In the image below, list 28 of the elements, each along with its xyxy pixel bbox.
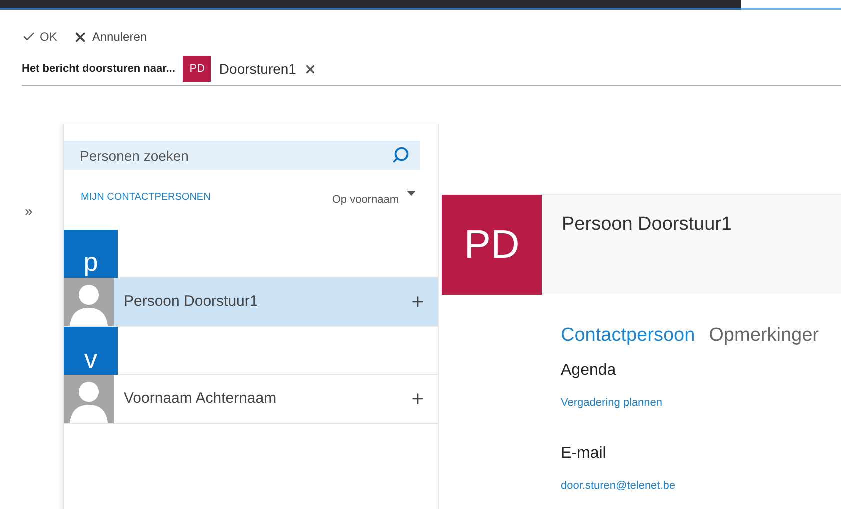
letter-header: v: [64, 327, 118, 375]
contact-name: Persoon Doorstuur1: [562, 213, 732, 237]
add-icon[interactable]: [410, 294, 426, 310]
person-icon: [64, 278, 114, 326]
contact-row[interactable]: Persoon Doorstuur1: [64, 278, 438, 327]
contact-avatar: PD: [442, 195, 542, 295]
section-link[interactable]: door.sturen@telenet.be: [561, 478, 676, 494]
search-icon[interactable]: [392, 146, 410, 164]
sort-dropdown[interactable]: Op voornaam: [332, 190, 416, 208]
letter-header: p: [64, 230, 118, 278]
cancel-button[interactable]: Annuleren: [73, 28, 148, 46]
detail-tab[interactable]: Opmerkinger: [709, 322, 819, 350]
list-title: MIJN CONTACTPERSONEN: [81, 191, 211, 205]
recipient-name: Doorsturen1: [219, 60, 296, 78]
person-icon: [64, 375, 114, 423]
caret-icon: [407, 191, 416, 197]
remove-icon[interactable]: [304, 62, 318, 76]
section-title: Agenda: [561, 360, 618, 380]
expand-button[interactable]: »: [25, 201, 33, 222]
recipient-avatar: PD: [183, 56, 212, 82]
section-title: E-mail: [561, 444, 608, 464]
forward-label: Het bericht doorsturen naar...: [22, 62, 176, 77]
detail-tab[interactable]: Contactpersoon: [561, 322, 696, 350]
section-link[interactable]: Vergadering plannen: [561, 394, 663, 411]
add-icon[interactable]: [410, 391, 426, 407]
contact-row[interactable]: Voornaam Achternaam: [64, 375, 438, 424]
search-field[interactable]: Personen zoeken: [64, 141, 420, 170]
ok-button[interactable]: OK: [22, 28, 58, 46]
